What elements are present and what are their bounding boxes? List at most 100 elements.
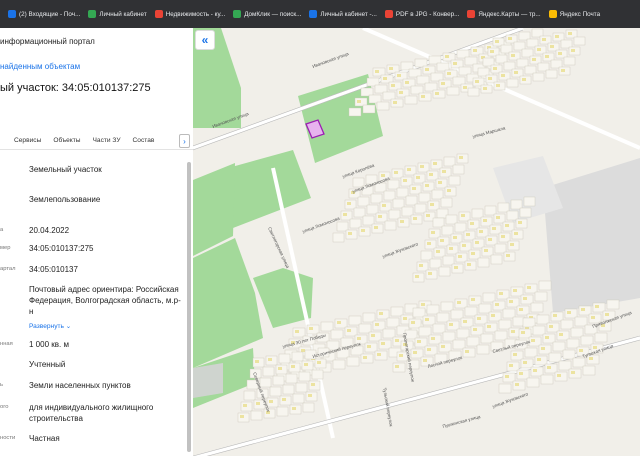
parcel[interactable] [477,257,490,268]
parcel[interactable] [291,351,304,362]
parcel[interactable] [531,28,544,38]
parcel[interactable] [526,377,540,388]
parcel[interactable] [383,190,396,201]
parcel[interactable] [526,38,539,48]
parcel[interactable] [438,266,451,277]
parcel[interactable] [482,292,496,303]
parcel[interactable] [349,218,362,229]
parcel[interactable] [382,328,396,339]
parcel[interactable] [572,357,586,368]
parcel[interactable] [484,205,497,216]
tabs-scroll-right-button[interactable]: › [179,134,190,148]
parcel[interactable] [573,36,586,46]
parcel[interactable] [519,207,532,218]
parcel[interactable] [276,406,289,417]
parcel[interactable] [532,72,545,82]
parcel[interactable] [386,317,400,328]
parcel[interactable] [497,202,510,213]
parcel[interactable] [480,333,494,344]
parcel[interactable] [396,187,409,198]
parcel[interactable] [376,101,390,111]
parcel[interactable] [420,250,433,261]
parcel[interactable] [518,31,531,41]
parcel[interactable] [442,255,455,266]
expand-address-link[interactable]: Развернуть ⌄ [29,321,181,332]
parcel[interactable] [498,383,512,394]
parcel[interactable] [456,328,470,339]
parcel[interactable] [606,299,620,310]
parcel[interactable] [269,386,282,397]
parcel[interactable] [498,319,512,330]
parcel[interactable] [404,95,418,105]
parcel[interactable] [478,303,492,314]
parcel[interactable] [570,327,584,338]
map-canvas[interactable]: Ивановская улицаИвановская улицаулица Ко… [193,28,640,456]
parcel[interactable] [336,221,349,232]
parcel[interactable] [429,258,442,269]
parcel[interactable] [362,104,376,114]
parcel[interactable] [445,214,458,225]
parcel[interactable] [534,291,548,302]
parcel[interactable] [558,360,572,371]
parcel[interactable] [464,306,478,317]
parcel[interactable] [392,198,405,209]
parcel[interactable] [431,189,444,200]
tab-objects[interactable]: Объекты [47,137,86,144]
parcel[interactable] [348,107,362,117]
parcel[interactable] [250,410,263,421]
parcel[interactable] [311,369,324,380]
parcel[interactable] [362,312,376,323]
parcel[interactable] [262,366,275,377]
parcel[interactable] [552,341,566,352]
parcel[interactable] [332,359,346,370]
parcel[interactable] [384,220,397,231]
parcel[interactable] [452,339,466,350]
parcel[interactable] [278,353,291,364]
parcel[interactable] [574,316,588,327]
parcel[interactable] [500,44,513,54]
collapse-panel-button[interactable]: « [195,30,215,50]
parcel[interactable] [332,232,345,243]
parcel[interactable] [292,393,305,404]
parcel[interactable] [446,86,460,96]
parcel[interactable] [272,375,285,386]
parcel[interactable] [432,323,446,334]
parcel[interactable] [370,193,383,204]
parcel[interactable] [432,217,445,228]
parcel[interactable] [560,39,573,49]
parcel[interactable] [582,365,596,376]
parcel[interactable] [443,156,456,167]
parcel[interactable] [513,41,526,51]
parcel[interactable] [358,323,372,334]
parcel[interactable] [521,48,534,58]
parcel[interactable] [510,199,523,210]
parcel[interactable] [580,335,594,346]
parcel[interactable] [428,55,442,65]
parcel[interactable] [390,306,404,317]
parcel[interactable] [362,215,375,226]
tab-parts[interactable]: Части ЗУ [87,137,127,144]
parcel[interactable] [536,314,550,325]
parcel[interactable] [282,384,295,395]
parcel[interactable] [441,225,454,236]
parcel[interactable] [387,179,400,190]
parcel[interactable] [545,69,558,79]
back-to-results-link[interactable]: найденным объектам [0,62,80,71]
parcel[interactable] [495,54,508,64]
scrollbar-thumb[interactable] [187,162,191,452]
parcel[interactable] [456,49,470,59]
bookmark-item[interactable]: Личный кабинет [84,4,150,24]
parcel[interactable] [522,317,536,328]
parcel[interactable] [401,206,414,217]
bookmark-item[interactable]: Яндекс.Карты — тр... [463,4,544,24]
bookmark-item[interactable]: ДомКлик — поиск... [229,4,305,24]
parcel[interactable] [540,374,554,385]
parcel[interactable] [295,382,308,393]
parcel[interactable] [298,371,311,382]
tab-composition[interactable]: Состав [127,137,161,144]
parcel[interactable] [243,390,256,401]
parcel[interactable] [442,331,456,342]
bookmark-item[interactable]: Яндекс Почта [545,4,604,24]
parcel[interactable] [471,208,484,219]
parcel[interactable] [452,164,465,175]
